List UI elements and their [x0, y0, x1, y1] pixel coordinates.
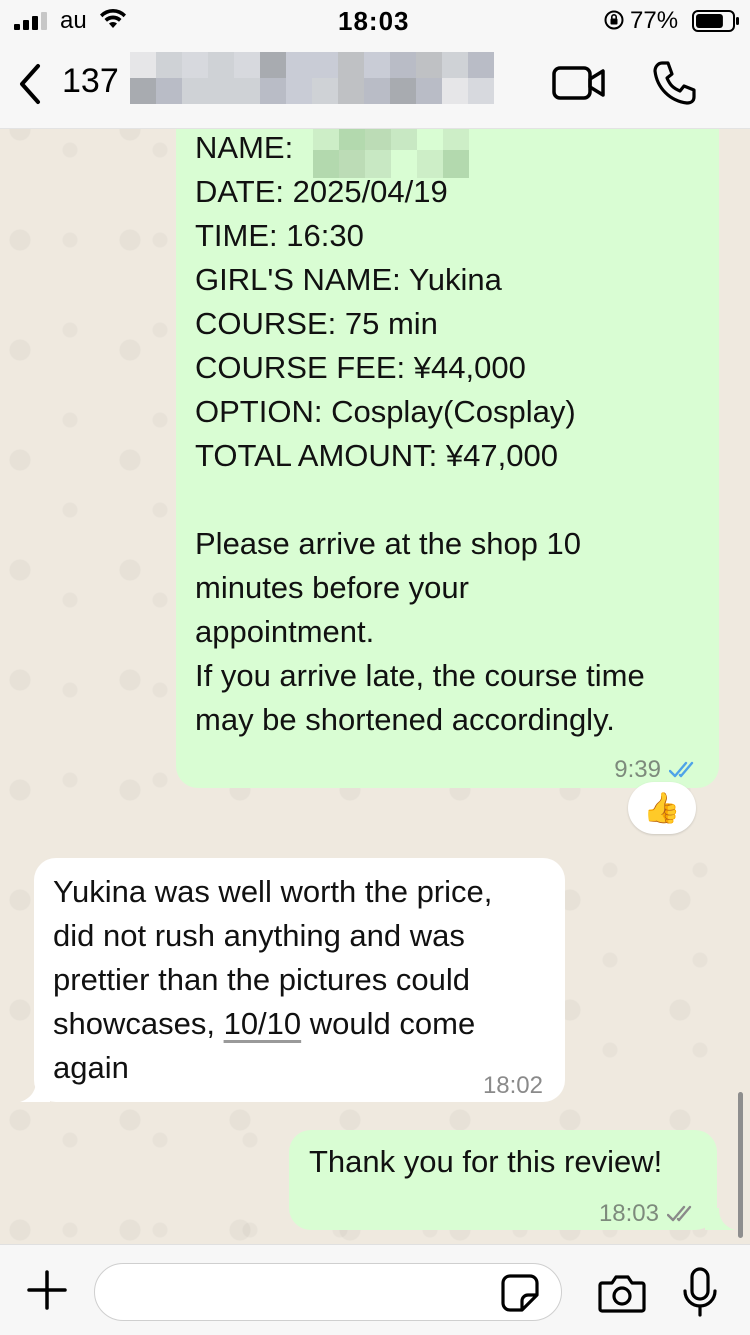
camera-icon[interactable]: [598, 1273, 646, 1313]
message-reaction[interactable]: 👍: [628, 782, 696, 834]
redaction-block: [416, 78, 442, 104]
read-receipt-icon: [669, 761, 694, 778]
message-line: appointment.: [195, 614, 375, 649]
chevron-left-icon[interactable]: [16, 62, 44, 106]
video-camera-icon[interactable]: [552, 64, 606, 102]
redaction-block: [208, 52, 234, 78]
chat-header: 137: [0, 40, 750, 129]
redaction-block: [260, 78, 286, 104]
contact-name-redacted[interactable]: [130, 52, 494, 104]
battery-percent: 77%: [630, 7, 679, 34]
redaction-block: [391, 150, 417, 178]
message-line: If you arrive late, the course time: [195, 658, 645, 693]
redaction-block: [364, 52, 390, 78]
redaction-block: [442, 78, 468, 104]
redaction-block: [442, 52, 468, 78]
redaction-block: [417, 150, 443, 178]
redaction-block: [182, 78, 208, 104]
message-line: COURSE: 75 min: [195, 306, 438, 341]
redaction-block: [468, 78, 494, 104]
wifi-icon: [100, 8, 126, 28]
clock: 18:03: [338, 6, 410, 36]
status-bar: au 18:03 77%: [0, 0, 750, 40]
redaction-block: [234, 52, 260, 78]
redaction-block: [364, 78, 390, 104]
redaction-block: [416, 52, 442, 78]
name-value-redacted: [313, 122, 469, 178]
redaction-block: [260, 52, 286, 78]
redaction-block: [338, 52, 364, 78]
redaction-block: [339, 150, 365, 178]
message-time: 18:03: [598, 1200, 659, 1227]
back-unread-count[interactable]: 137: [62, 62, 119, 101]
redaction-block: [390, 52, 416, 78]
message-text: Thank you for this review!: [309, 1140, 662, 1184]
redaction-block: [208, 78, 234, 104]
rating-link[interactable]: 10/10: [224, 1006, 302, 1041]
message-text: Yukina was well worth the price, did not…: [53, 870, 492, 1090]
redaction-block: [286, 52, 312, 78]
message-text: NAME: DATE: 2025/04/19 TIME: 16:30 GIRL'…: [195, 126, 645, 742]
message-line: COURSE FEE: ¥44,000: [195, 350, 526, 385]
message-line: OPTION: Cosplay(Cosplay): [195, 394, 576, 429]
carrier-label: au: [60, 7, 87, 34]
message-line: prettier than the pictures could: [53, 962, 471, 997]
message-bubble-incoming[interactable]: Yukina was well worth the price, did not…: [34, 858, 565, 1102]
orientation-lock-icon: [604, 10, 624, 30]
redaction-block: [313, 150, 339, 178]
redaction-block: [390, 78, 416, 104]
redaction-block: [443, 150, 469, 178]
redaction-block: [365, 150, 391, 178]
message-line: GIRL'S NAME: Yukina: [195, 262, 502, 297]
message-line: TOTAL AMOUNT: ¥47,000: [195, 438, 558, 473]
delivered-receipt-icon: [667, 1205, 692, 1222]
message-time: 18:02: [482, 1072, 543, 1099]
message-line: may be shortened accordingly.: [195, 702, 615, 737]
message-input[interactable]: [94, 1263, 562, 1321]
message-meta: 18:03: [599, 1192, 697, 1236]
message-line: showcases, 10/10 would come: [53, 1002, 492, 1046]
battery-icon: [692, 10, 739, 32]
redaction-block: [130, 78, 156, 104]
message-bubble-outgoing[interactable]: Thank you for this review! 18:03: [289, 1130, 717, 1230]
message-line: Yukina was well worth the price,: [53, 874, 493, 909]
message-line: Please arrive at the shop 10: [195, 526, 582, 561]
message-text-span: showcases,: [53, 1006, 224, 1041]
plus-icon[interactable]: [26, 1269, 68, 1311]
microphone-icon[interactable]: [682, 1267, 718, 1317]
message-line: minutes before your: [195, 570, 469, 605]
redaction-block: [286, 78, 312, 104]
message-meta: 18:02: [483, 1064, 543, 1108]
redaction-block: [468, 52, 494, 78]
message-line: did not rush anything and was: [53, 918, 465, 953]
sticker-icon[interactable]: [500, 1273, 540, 1313]
redaction-block: [234, 78, 260, 104]
message-line: Thank you for this review!: [309, 1144, 663, 1179]
redaction-block: [156, 52, 182, 78]
message-line: again: [53, 1050, 129, 1085]
message-bubble-outgoing[interactable]: NAME: DATE: 2025/04/19 TIME: 16:30 GIRL'…: [176, 100, 719, 788]
redaction-block: [182, 52, 208, 78]
message-text-span: would come: [301, 1006, 476, 1041]
signal-icon: [14, 12, 47, 30]
message-composer: [0, 1244, 750, 1335]
phone-icon[interactable]: [652, 60, 696, 106]
redaction-block: [338, 78, 364, 104]
message-line: TIME: 16:30: [195, 218, 364, 253]
redaction-block: [156, 78, 182, 104]
message-line: [195, 478, 645, 522]
chat-scrollbar[interactable]: [738, 1092, 743, 1238]
redaction-block: [130, 52, 156, 78]
redaction-block: [312, 78, 338, 104]
redaction-block: [312, 52, 338, 78]
